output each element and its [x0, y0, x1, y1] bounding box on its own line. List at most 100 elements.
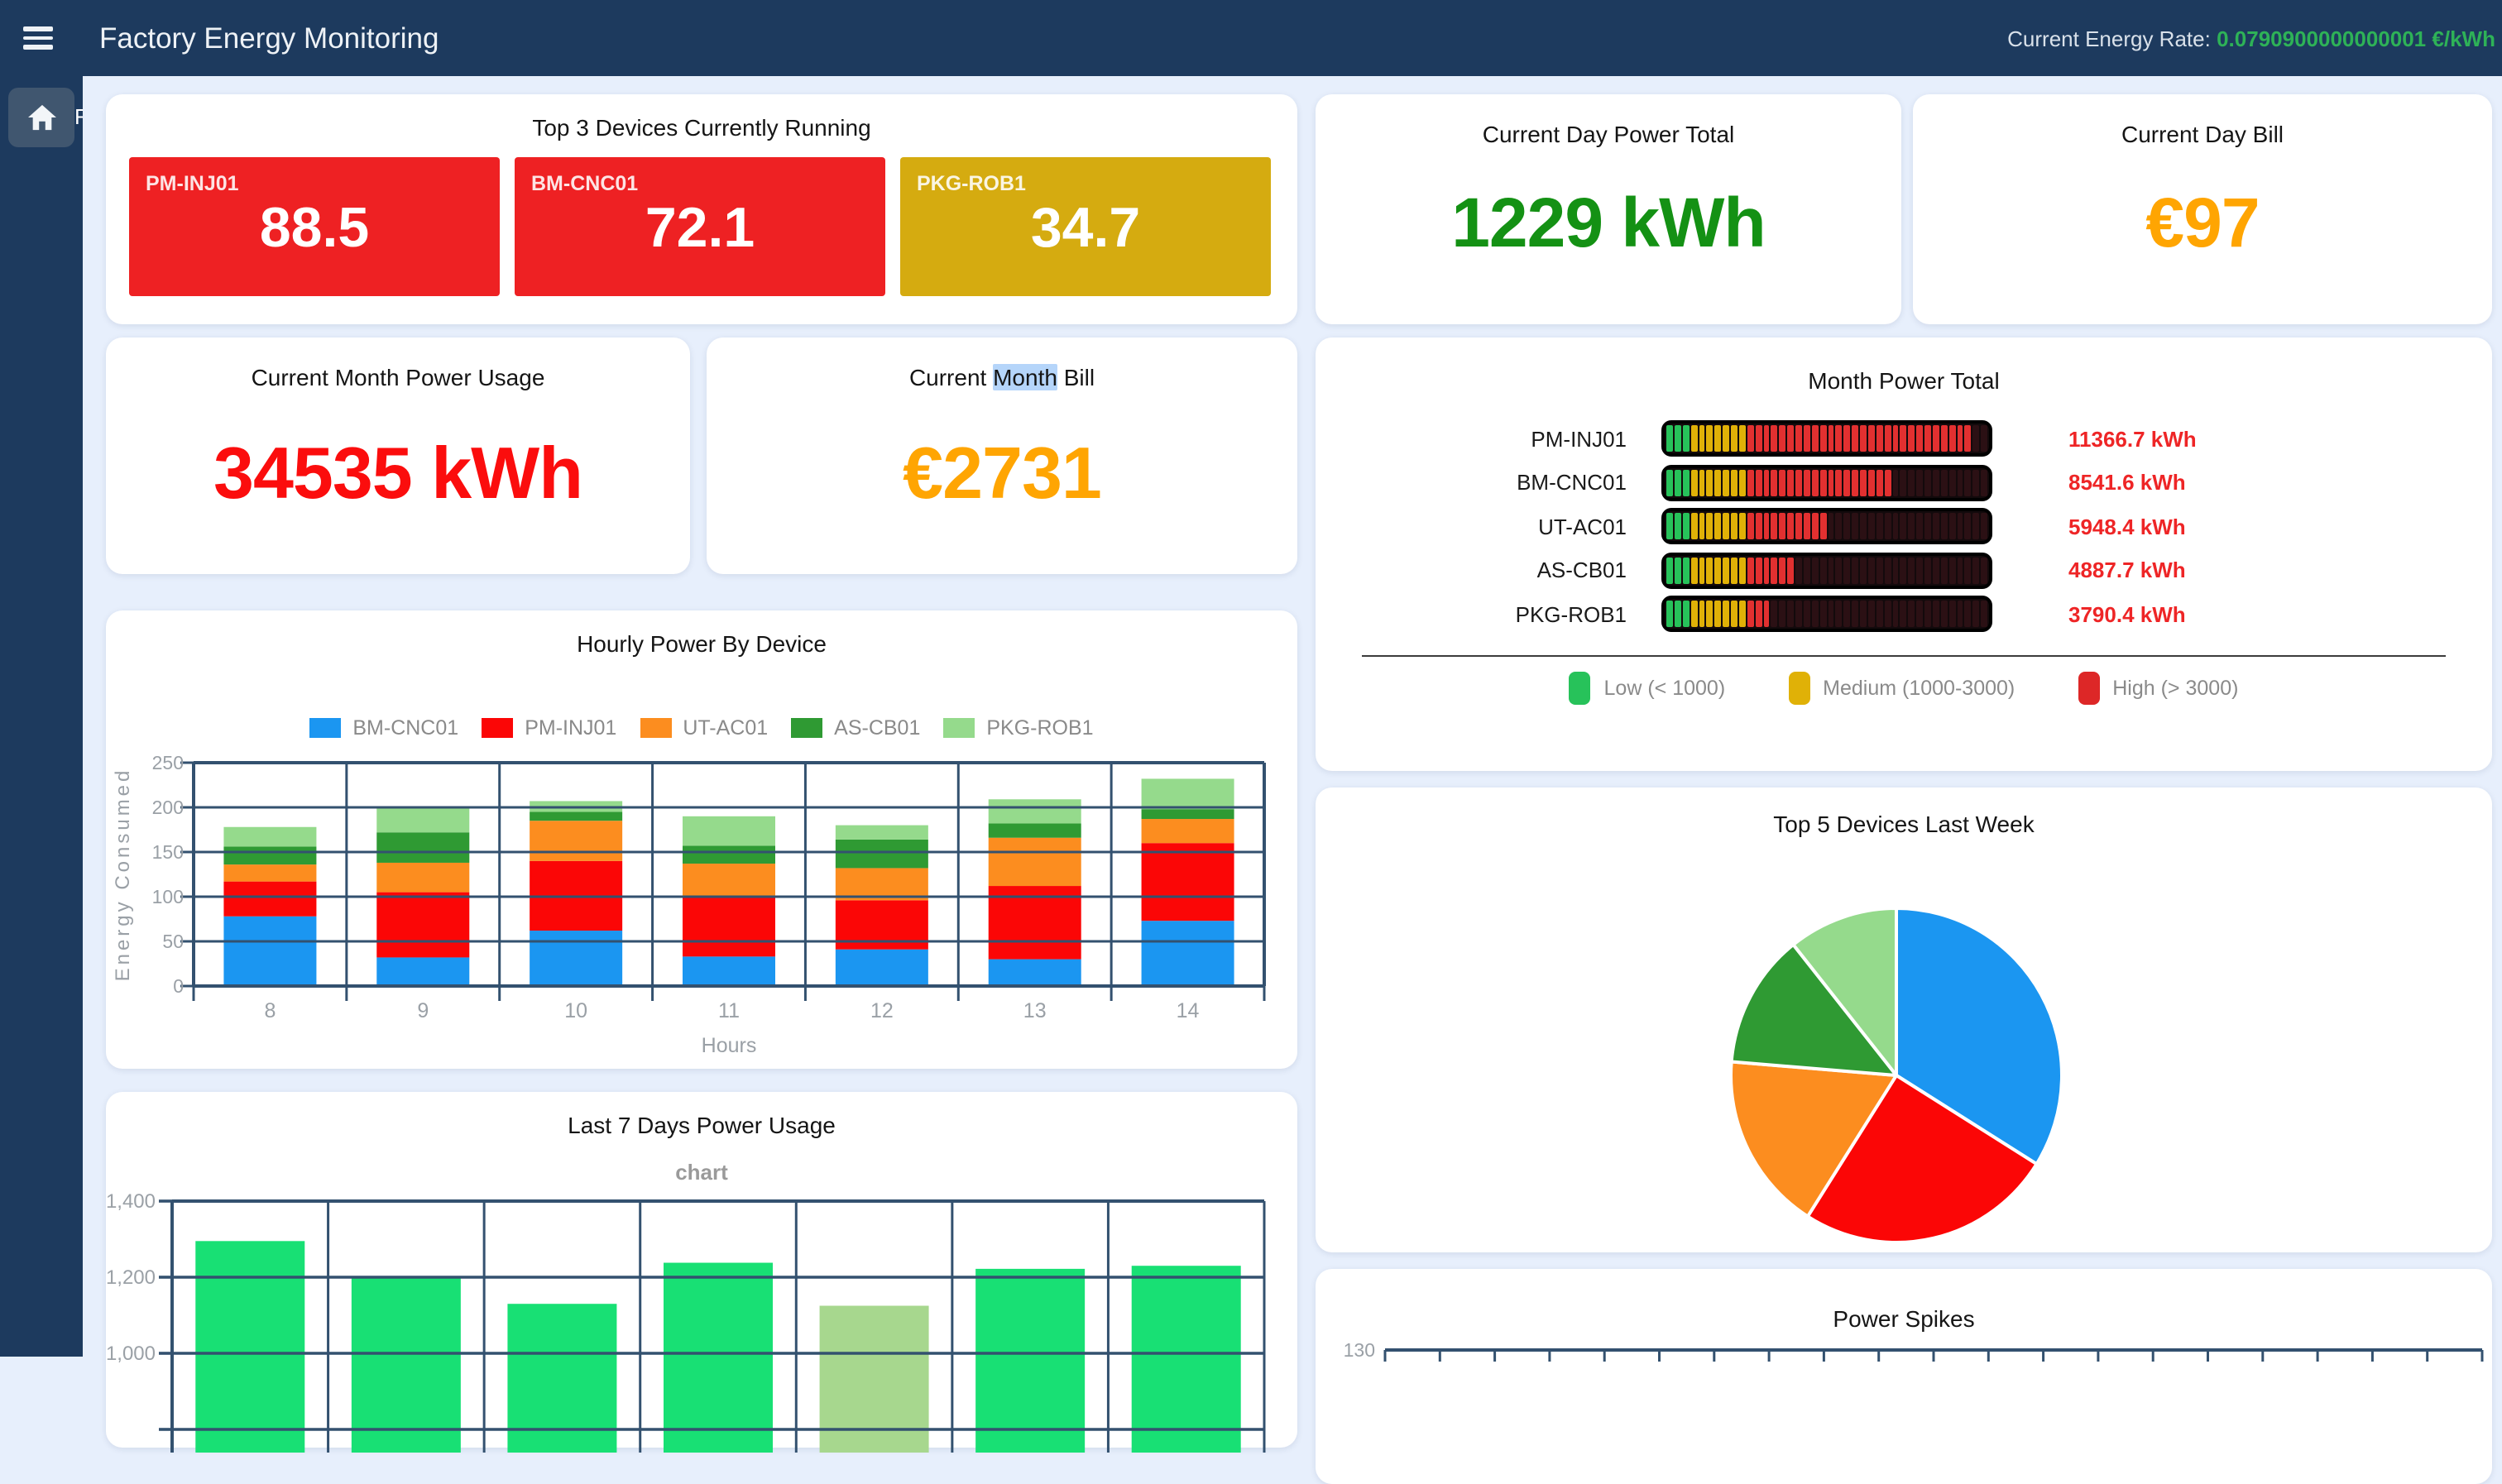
bar-day7	[1132, 1266, 1241, 1453]
bar-AS-CB01-h8	[223, 847, 316, 865]
bar-AS-CB01-h13	[989, 823, 1081, 837]
svg-text:9: 9	[417, 999, 429, 1022]
bar-PM-INJ01-h11	[683, 898, 775, 956]
energy-rate-label: Current Energy Rate:	[2007, 26, 2211, 50]
card-last7-days: Last 7 Days Power Usage chart 1,4001,200…	[106, 1092, 1297, 1448]
bar-PKG-ROB1-h11	[683, 816, 775, 846]
bar-AS-CB01-h10	[530, 811, 622, 821]
bar-BM-CNC01-h8	[223, 917, 316, 986]
last7-bar-chart[interactable]: 1,4001,2001,000	[106, 1191, 1297, 1453]
svg-text:12: 12	[870, 999, 894, 1022]
card-day-bill: Current Day Bill €97	[1913, 94, 2492, 324]
legend-label: Medium (1000-3000)	[1823, 677, 2015, 700]
bar-PKG-ROB1-h9	[376, 807, 469, 832]
legend-swatch-icon	[943, 718, 975, 738]
app-title: Factory Energy Monitoring	[99, 21, 439, 55]
device-tile-PKG-ROB1: PKG-ROB134.7	[900, 157, 1271, 296]
gauge-row-BM-CNC01: BM-CNC018541.6 kWh	[1316, 464, 2492, 500]
bar-day2	[352, 1277, 461, 1453]
tile-device-value: 88.5	[129, 197, 500, 261]
bar-day1	[195, 1241, 304, 1453]
legend-item: AS-CB01	[791, 716, 920, 740]
gauge-device-label: PM-INJ01	[1316, 426, 1627, 451]
chart-subtitle: chart	[106, 1160, 1297, 1185]
card-month-bill: Current Month Bill €2731	[707, 337, 1297, 574]
legend-item: BM-CNC01	[309, 716, 458, 740]
bar-UT-AC01-h12	[836, 868, 928, 900]
card-month-power-usage: Current Month Power Usage 34535 kWh	[106, 337, 690, 574]
card-title: Top 3 Devices Currently Running	[106, 114, 1297, 141]
day-bill-value: €97	[1913, 184, 2492, 263]
home-icon	[27, 104, 55, 131]
legend-divider	[1362, 655, 2446, 657]
legend-item: Medium (1000-3000)	[1788, 672, 2015, 705]
gauge-device-label: BM-CNC01	[1316, 470, 1627, 495]
dashboard-main: Top 3 Devices Currently Running PM-INJ01…	[83, 76, 2502, 1357]
bar-PM-INJ01-h9	[376, 893, 469, 958]
device-gauges[interactable]: PM-INJ0111366.7 kWhBM-CNC018541.6 kWhUT-…	[1316, 420, 2492, 632]
legend-label: Low (< 1000)	[1604, 677, 1726, 700]
card-month-power-total: Month Power Total PM-INJ0111366.7 kWhBM-…	[1316, 337, 2492, 771]
gauge-bar	[1661, 552, 1992, 588]
bar-UT-AC01-h8	[223, 864, 316, 882]
legend-label: PKG-ROB1	[986, 716, 1093, 740]
power-spikes-chart[interactable]: 130	[1316, 1335, 2492, 1434]
bar-day6	[975, 1269, 1085, 1453]
bar-PKG-ROB1-h12	[836, 826, 928, 840]
svg-text:150: 150	[152, 841, 184, 863]
svg-text:10: 10	[564, 999, 587, 1022]
hamburger-menu-icon[interactable]	[23, 22, 53, 55]
hourly-stacked-bar-chart[interactable]: 050100150200250891011121314HoursEnergy C…	[106, 749, 1297, 1067]
bar-BM-CNC01-h13	[989, 960, 1081, 986]
bar-day4	[664, 1263, 773, 1453]
legend-item: High (> 3000)	[2078, 672, 2238, 705]
device-tile-BM-CNC01: BM-CNC0172.1	[515, 157, 885, 296]
tile-device-name: PKG-ROB1	[917, 172, 1271, 195]
bar-UT-AC01-h14	[1142, 819, 1234, 843]
bar-BM-CNC01-h12	[836, 950, 928, 986]
tile-device-name: PM-INJ01	[146, 172, 500, 195]
gauge-kwh-value: 5948.4 kWh	[2068, 514, 2186, 539]
bar-PM-INJ01-h14	[1142, 843, 1234, 921]
energy-rate-unit: €/kWh	[2432, 26, 2495, 50]
gauge-bar	[1661, 464, 1992, 500]
legend-swatch-icon	[2078, 672, 2099, 705]
energy-rate: Current Energy Rate: 0.0790900000000001 …	[2007, 26, 2495, 50]
card-top3-devices: Top 3 Devices Currently Running PM-INJ01…	[106, 94, 1297, 324]
card-title: Current Day Power Total	[1316, 121, 1901, 147]
legend-label: UT-AC01	[683, 716, 768, 740]
bar-PKG-ROB1-h14	[1142, 778, 1234, 809]
svg-text:100: 100	[152, 886, 184, 907]
top5-pie-chart[interactable]	[1316, 837, 2492, 1267]
month-usage-value: 34535 kWh	[106, 433, 690, 516]
sidebar: F	[0, 76, 83, 1357]
day-total-value: 1229 kWh	[1316, 184, 1901, 263]
svg-text:8: 8	[264, 999, 276, 1022]
gauge-row-AS-CB01: AS-CB014887.7 kWh	[1316, 552, 2492, 588]
svg-text:200: 200	[152, 797, 184, 818]
device-tile-PM-INJ01: PM-INJ0188.5	[129, 157, 500, 296]
gauge-bar	[1661, 420, 1992, 457]
bar-PKG-ROB1-h13	[989, 799, 1081, 823]
card-power-spikes: Power Spikes 130	[1316, 1269, 2492, 1484]
gauge-device-label: PKG-ROB1	[1316, 601, 1627, 626]
svg-text:11: 11	[718, 999, 740, 1022]
bar-AS-CB01-h11	[683, 845, 775, 864]
bar-AS-CB01-h12	[836, 840, 928, 869]
hourly-legend: BM-CNC01PM-INJ01UT-AC01AS-CB01PKG-ROB1	[106, 716, 1297, 740]
home-button[interactable]	[8, 88, 74, 147]
legend-swatch-icon	[309, 718, 341, 738]
card-title: Last 7 Days Power Usage	[106, 1112, 1297, 1138]
tile-device-value: 72.1	[515, 197, 885, 261]
top3-tiles: PM-INJ0188.5BM-CNC0172.1PKG-ROB134.7	[129, 157, 1274, 296]
legend-label: AS-CB01	[834, 716, 920, 740]
svg-text:0: 0	[173, 975, 184, 997]
bar-BM-CNC01-h10	[530, 931, 622, 986]
bar-AS-CB01-h9	[376, 832, 469, 863]
gauge-row-UT-AC01: UT-AC015948.4 kWh	[1316, 508, 2492, 544]
card-day-power-total: Current Day Power Total 1229 kWh	[1316, 94, 1901, 324]
bar-PKG-ROB1-h8	[223, 827, 316, 847]
top-bar: Factory Energy Monitoring Current Energy…	[0, 0, 2502, 76]
bar-UT-AC01-h13	[989, 838, 1081, 886]
legend-swatch-icon	[482, 718, 513, 738]
